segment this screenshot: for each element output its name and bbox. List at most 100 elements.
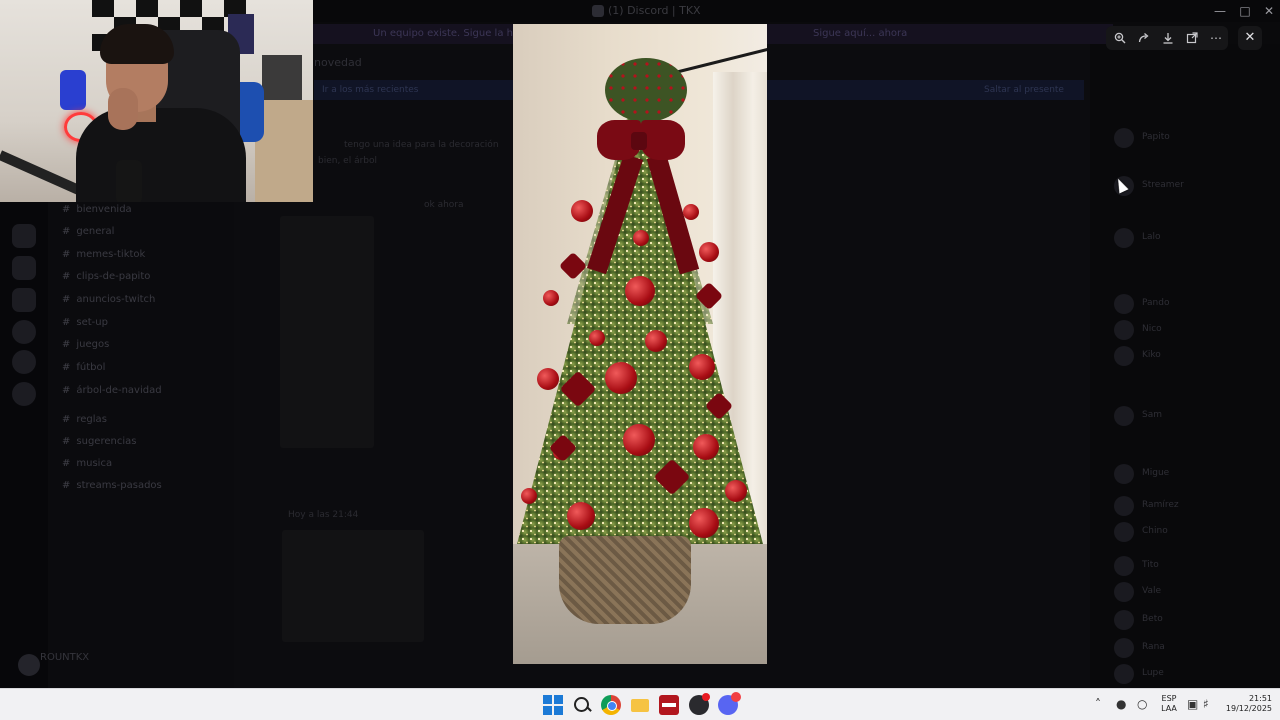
channel-item[interactable]: # reglas — [62, 414, 107, 425]
tray-overflow-icon[interactable]: ˄ — [1095, 697, 1101, 711]
user-panel[interactable]: ROUNTKX — [10, 646, 230, 682]
clock[interactable]: 21:51 19/12/2025 — [1222, 694, 1272, 714]
message-text: tengo una idea para la decoración — [344, 140, 499, 150]
tree-topper — [605, 58, 687, 122]
ornament — [605, 362, 637, 394]
server-icon[interactable] — [12, 224, 36, 248]
channel-item[interactable]: # juegos — [62, 339, 109, 350]
member-item[interactable]: Tito — [1114, 556, 1264, 578]
channel-item[interactable]: # bienvenida — [62, 204, 132, 215]
channel-item[interactable]: # memes-tiktok — [62, 249, 145, 260]
network-icon[interactable]: ▣ — [1187, 697, 1198, 711]
channel-item[interactable]: # fútbol — [62, 362, 105, 373]
minimize-icon[interactable]: — — [1208, 2, 1232, 20]
message-text: bien, el árbol — [318, 156, 378, 166]
volume-icon[interactable]: ♯ — [1203, 697, 1209, 711]
obs-icon[interactable] — [689, 693, 710, 715]
add-server-icon[interactable] — [12, 320, 36, 344]
forward-icon[interactable] — [1132, 26, 1156, 50]
member-item[interactable]: Migue — [1114, 464, 1264, 486]
ornament — [567, 502, 595, 530]
chrome-icon[interactable] — [601, 695, 621, 715]
member-item[interactable]: Vale — [1114, 582, 1264, 604]
ornament — [623, 424, 655, 456]
message-image[interactable] — [280, 216, 374, 448]
channel-item[interactable]: # árbol-de-navidad — [62, 385, 162, 396]
member-item[interactable]: Nico — [1114, 320, 1264, 342]
channel-item[interactable]: # streams-pasados — [62, 480, 162, 491]
member-item[interactable]: Kiko — [1114, 346, 1264, 368]
channel-list: # bienvenida # general # memes-tiktok # clip… — [48, 200, 234, 688]
language-layout: LAA — [1161, 704, 1177, 713]
member-item[interactable]: Streamer — [1114, 176, 1264, 198]
explore-icon[interactable] — [12, 382, 36, 406]
maximize-icon[interactable]: □ — [1233, 2, 1257, 20]
microphone — [116, 160, 142, 202]
streamer-hand — [108, 88, 138, 130]
ornament — [543, 290, 559, 306]
settings-icon[interactable] — [12, 350, 36, 374]
close-icon[interactable]: ✕ — [1238, 26, 1262, 50]
tree-basket — [559, 536, 691, 624]
banner-link[interactable]: Sigue aquí... ahora — [813, 28, 907, 39]
language-indicator[interactable]: ESP LAA — [1158, 694, 1180, 714]
member-item[interactable]: Papito — [1114, 128, 1264, 150]
clock-time: 21:51 — [1248, 694, 1272, 703]
window-title: (1) Discord | TKX — [608, 4, 701, 17]
ornament — [537, 368, 559, 390]
news-app-icon[interactable] — [659, 695, 679, 715]
member-item[interactable]: Beto — [1114, 610, 1264, 632]
member-item[interactable]: Sam — [1114, 406, 1264, 428]
member-item[interactable]: Rana — [1114, 638, 1264, 660]
channel-item[interactable]: # set-up — [62, 317, 108, 328]
ornament — [645, 330, 667, 352]
member-item[interactable]: Chino — [1114, 522, 1264, 544]
open-external-icon[interactable] — [1180, 26, 1204, 50]
discord-app-icon — [592, 5, 604, 17]
streamer-hair — [100, 24, 174, 64]
tray-app-icon[interactable]: ● — [1116, 697, 1126, 711]
webcam-overlay — [0, 0, 313, 202]
server-icon[interactable] — [12, 256, 36, 280]
ornament — [725, 480, 747, 502]
bow-loop — [641, 120, 685, 160]
member-item[interactable]: Pando — [1114, 294, 1264, 316]
christmas-tree-photo — [513, 24, 767, 664]
ornament — [699, 242, 719, 262]
viewer-toolbar: ⋯ — [1106, 26, 1228, 50]
search-icon[interactable] — [572, 695, 592, 715]
channel-item[interactable]: # sugerencias — [62, 436, 136, 447]
channel-item[interactable]: # anuncios-twitch — [62, 294, 155, 305]
jump-bar-text: Ir a los más recientes — [322, 85, 419, 95]
ornament — [589, 330, 605, 346]
server-icon[interactable] — [12, 288, 36, 312]
zoom-in-icon[interactable] — [1108, 26, 1132, 50]
taskbar: ˄ ● ○ ▣ ♯ — [0, 688, 1280, 720]
download-icon[interactable] — [1156, 26, 1180, 50]
message-text: ok ahora — [424, 200, 464, 210]
ornament — [689, 508, 719, 538]
more-icon[interactable]: ⋯ — [1204, 26, 1228, 50]
bow-knot — [631, 132, 647, 150]
message-image[interactable] — [282, 530, 424, 642]
channel-header: novedad — [314, 56, 362, 69]
channel-item[interactable]: # clips-de-papito — [62, 271, 150, 282]
ornament — [633, 230, 649, 246]
start-icon[interactable] — [543, 695, 563, 715]
ornament — [683, 204, 699, 220]
discord-icon[interactable] — [718, 692, 741, 715]
member-list: Papito Streamer Lalo Pando Nico Kiko Sam… — [1090, 44, 1280, 688]
message-timestamp: Hoy a las 21:44 — [288, 510, 359, 520]
channel-item[interactable]: # general — [62, 226, 114, 237]
channel-item[interactable]: # musica — [62, 458, 112, 469]
jump-present-link[interactable]: Saltar al presente — [984, 85, 1064, 95]
microphone-icon[interactable]: ○ — [1137, 697, 1147, 711]
member-item[interactable]: Lupe — [1114, 664, 1264, 686]
toy-figure — [60, 70, 86, 110]
member-item[interactable]: Lalo — [1114, 228, 1264, 250]
ornament — [625, 276, 655, 306]
file-explorer-icon[interactable] — [630, 695, 650, 715]
clock-date: 19/12/2025 — [1225, 704, 1272, 713]
window-close-icon[interactable]: ✕ — [1257, 2, 1280, 20]
member-item[interactable]: Ramírez — [1114, 496, 1264, 518]
